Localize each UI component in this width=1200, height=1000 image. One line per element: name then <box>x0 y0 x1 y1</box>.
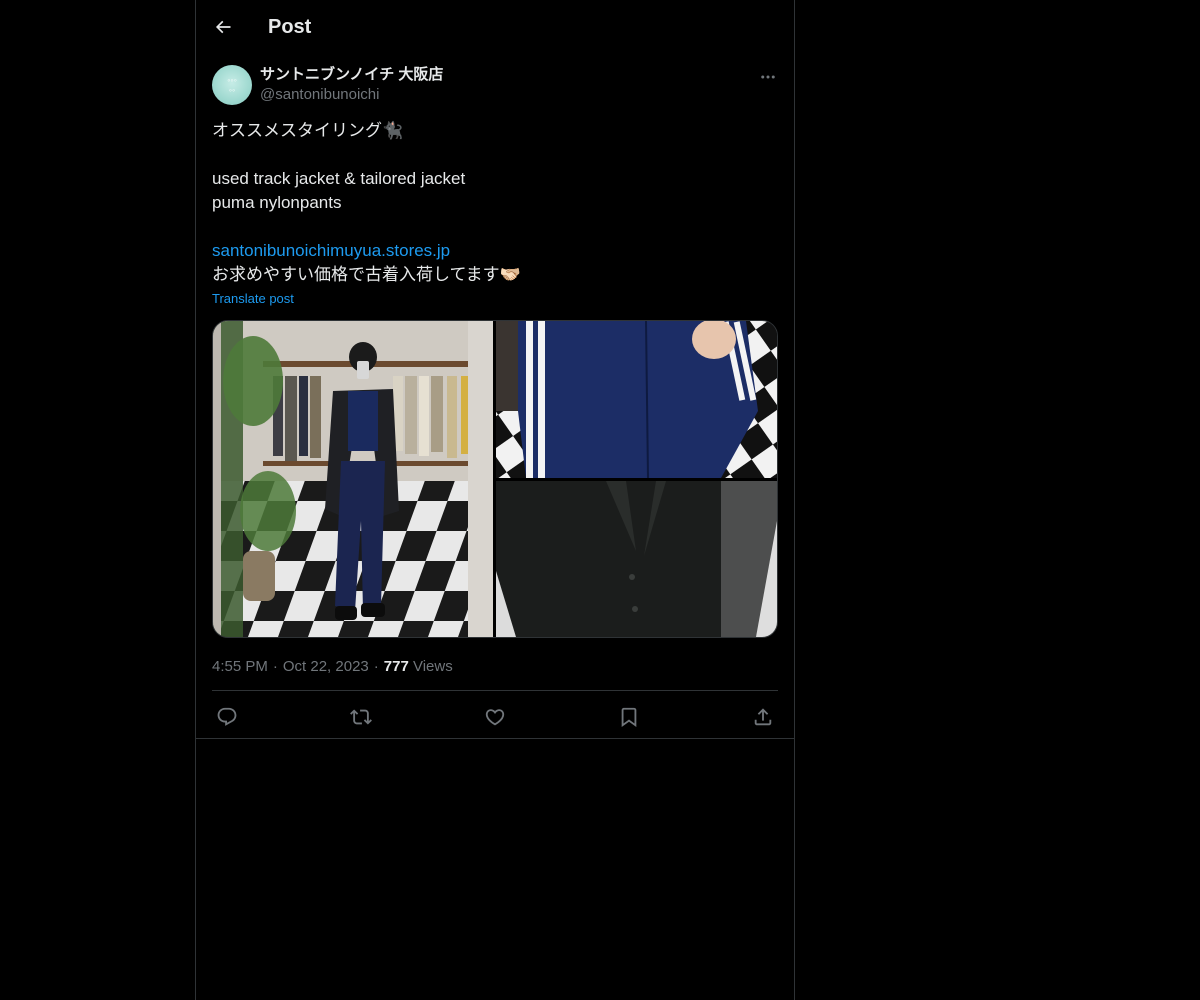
post-date[interactable]: Oct 22, 2023 <box>283 658 369 675</box>
post-text-line: お求めやすい価格で古着入荷してます🫱🏻‍🫲🏼 <box>212 265 521 284</box>
post-text-line <box>212 143 778 167</box>
views-count: 777 <box>383 658 409 675</box>
views-label: Views <box>412 658 453 675</box>
like-button[interactable] <box>482 704 508 730</box>
post-text-line <box>212 215 778 239</box>
heart-icon <box>485 709 505 726</box>
photo-full-outfit-image <box>213 321 493 637</box>
post-time[interactable]: 4:55 PM <box>212 658 268 675</box>
divider <box>212 690 778 691</box>
share-icon <box>754 708 772 726</box>
post-header: Post <box>196 0 794 53</box>
more-horizontal-icon <box>761 75 775 79</box>
post-text: オススメスタイリング🐈‍⬛ used track jacket & tailor… <box>212 119 778 287</box>
page-title: Post <box>268 16 312 38</box>
post-meta: 4:55 PM · Oct 22, 2023 · 777 Views <box>212 657 453 677</box>
post-link[interactable]: santonibunoichimuyua.stores.jp <box>212 241 450 260</box>
divider <box>196 738 794 739</box>
post-text-line: used track jacket & tailored jacket <box>212 169 466 188</box>
photo-tailored-jacket-image <box>496 481 777 637</box>
photo-tailored-jacket[interactable] <box>496 481 777 637</box>
author-handle[interactable]: @santonibunoichi <box>260 85 379 105</box>
reply-button[interactable] <box>214 704 240 730</box>
meta-separator: · <box>373 658 379 675</box>
media-grid <box>212 320 778 638</box>
repost-button[interactable] <box>348 704 374 730</box>
more-options-button[interactable] <box>756 65 780 89</box>
photo-track-jacket[interactable] <box>496 321 777 478</box>
photo-track-jacket-image <box>496 321 777 478</box>
post-column: Post ◦◦◦ ◦◦ サントニブンノイチ 大阪店 @santonibunoich… <box>195 0 795 1000</box>
share-button[interactable] <box>750 704 776 730</box>
reply-icon <box>217 707 237 726</box>
arrow-left-icon <box>215 20 231 34</box>
translate-post-link[interactable]: Translate post <box>212 291 294 307</box>
action-bar <box>212 702 778 732</box>
bookmark-button[interactable] <box>616 704 642 730</box>
avatar[interactable]: ◦◦◦ ◦◦ <box>212 65 252 105</box>
post-text-line: puma nylonpants <box>212 193 342 212</box>
author-display-name[interactable]: サントニブンノイチ 大阪店 <box>260 65 443 85</box>
avatar-logo: ◦◦◦ ◦◦ <box>227 75 237 95</box>
post-text-line: オススメスタイリング🐈‍⬛ <box>212 121 404 140</box>
back-button[interactable] <box>205 9 241 45</box>
repost-icon <box>350 709 372 725</box>
bookmark-icon <box>621 707 637 728</box>
meta-separator: · <box>272 658 278 675</box>
photo-full-outfit[interactable] <box>213 321 493 637</box>
